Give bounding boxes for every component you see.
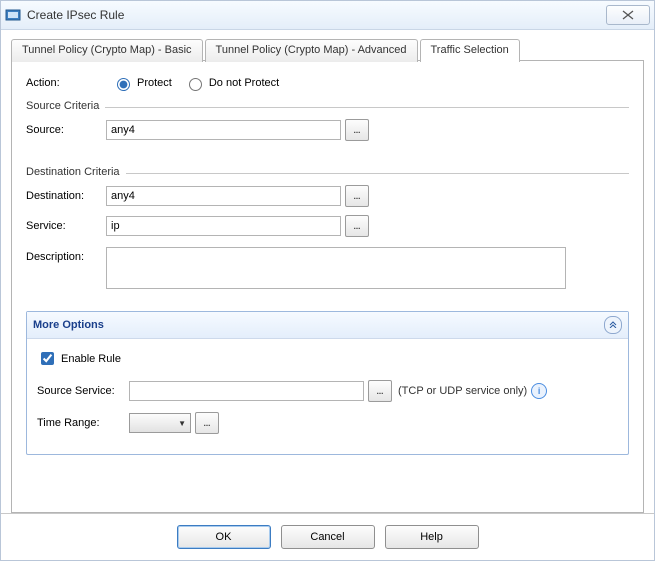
source-service-hint: (TCP or UDP service only) (398, 385, 527, 397)
tab-tunnel-basic[interactable]: Tunnel Policy (Crypto Map) - Basic (11, 39, 203, 62)
destination-input[interactable] (106, 186, 341, 206)
service-label: Service: (26, 220, 106, 232)
time-range-select[interactable]: ▼ (129, 413, 191, 433)
radio-do-not-protect-label: Do not Protect (209, 77, 279, 89)
ok-button-label: OK (216, 531, 232, 543)
chevron-down-icon: ▼ (178, 419, 186, 428)
description-label: Description: (26, 247, 106, 263)
close-icon (622, 10, 634, 20)
time-range-browse-button[interactable]: ... (195, 412, 219, 434)
divider (26, 107, 629, 108)
tab-traffic-selection[interactable]: Traffic Selection (420, 39, 520, 62)
source-service-label: Source Service: (37, 385, 129, 397)
radio-donotprotect-wrap[interactable]: Do not Protect (184, 75, 279, 91)
service-browse-button[interactable]: ... (345, 215, 369, 237)
description-input[interactable] (106, 247, 566, 289)
close-button[interactable] (606, 5, 650, 25)
tab-bar: Tunnel Policy (Crypto Map) - Basic Tunne… (11, 38, 644, 61)
radio-protect-label: Protect (137, 77, 172, 89)
tab-panel: Action: Protect Do not Protect Source Cr… (11, 60, 644, 513)
cancel-button-label: Cancel (310, 531, 344, 543)
service-input[interactable] (106, 216, 341, 236)
tab-tunnel-advanced[interactable]: Tunnel Policy (Crypto Map) - Advanced (205, 39, 418, 62)
source-service-browse-button[interactable]: ... (368, 380, 392, 402)
destination-criteria-fieldset: Destination Criteria Destination: ... Se… (26, 173, 629, 297)
more-options-title: More Options (33, 319, 604, 331)
source-browse-button[interactable]: ... (345, 119, 369, 141)
source-criteria-legend: Source Criteria (26, 100, 105, 112)
chevron-up-icon (609, 320, 617, 330)
info-icon[interactable]: i (531, 383, 547, 399)
destination-browse-button[interactable]: ... (345, 185, 369, 207)
more-options-panel: More Options Enable Rule Source Service: (26, 311, 629, 455)
enable-rule-checkbox[interactable] (41, 352, 54, 365)
action-label: Action: (26, 77, 106, 89)
dialog-body: Tunnel Policy (Crypto Map) - Basic Tunne… (1, 30, 654, 513)
ok-button[interactable]: OK (177, 525, 271, 549)
source-criteria-fieldset: Source Criteria Source: ... (26, 107, 629, 149)
destination-criteria-legend: Destination Criteria (26, 166, 126, 178)
more-options-header[interactable]: More Options (27, 312, 628, 339)
cancel-button[interactable]: Cancel (281, 525, 375, 549)
source-label: Source: (26, 124, 106, 136)
more-options-body: Enable Rule Source Service: ... (TCP or … (27, 339, 628, 454)
radio-do-not-protect[interactable] (189, 78, 202, 91)
action-row: Action: Protect Do not Protect (26, 75, 629, 91)
window-title: Create IPsec Rule (27, 8, 606, 22)
help-button[interactable]: Help (385, 525, 479, 549)
source-input[interactable] (106, 120, 341, 140)
time-range-label: Time Range: (37, 417, 129, 429)
enable-rule-label: Enable Rule (61, 353, 121, 365)
collapse-button[interactable] (604, 316, 622, 334)
app-icon (5, 7, 21, 23)
dialog-window: Create IPsec Rule Tunnel Policy (Crypto … (0, 0, 655, 561)
destination-label: Destination: (26, 190, 106, 202)
dialog-footer: OK Cancel Help (1, 513, 654, 560)
help-button-label: Help (420, 531, 443, 543)
titlebar: Create IPsec Rule (1, 1, 654, 30)
radio-protect-wrap[interactable]: Protect (112, 75, 172, 91)
radio-protect[interactable] (117, 78, 130, 91)
source-service-input[interactable] (129, 381, 364, 401)
